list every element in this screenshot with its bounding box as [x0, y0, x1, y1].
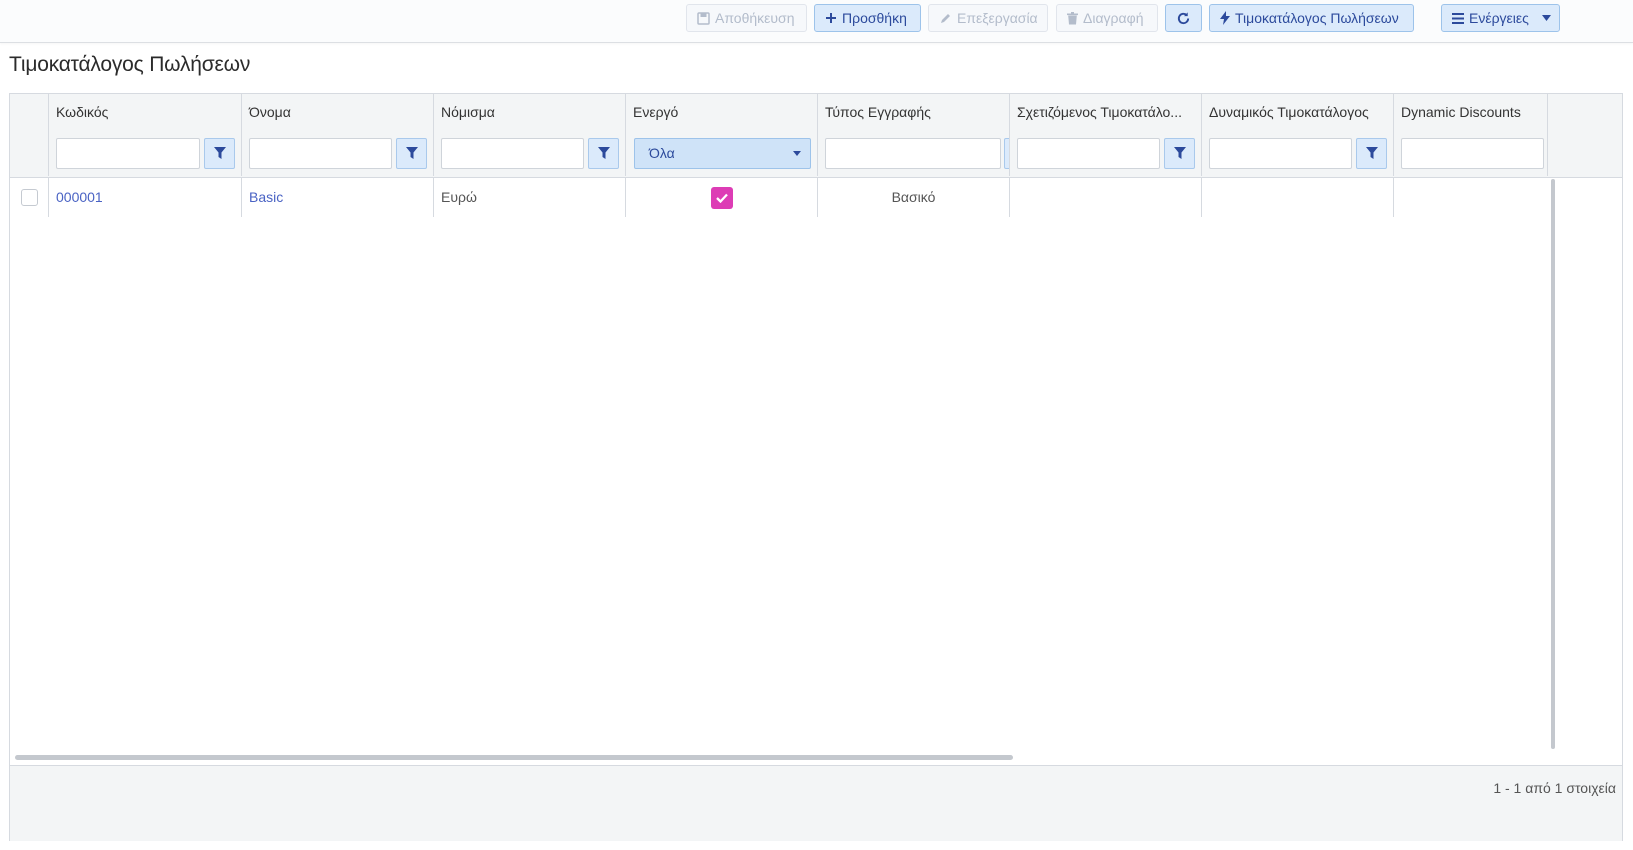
record-type-cell: Βασικό: [817, 177, 1009, 217]
actions-label: Ενέργειες: [1469, 10, 1529, 26]
table-row[interactable]: 000001 Basic Ευρώ Βασικό: [10, 177, 1622, 217]
name-filter-button[interactable]: [396, 138, 427, 169]
grid-header: Κωδικός Όνομα Νόμισμα Ενεργό Τύπος Εγγρα…: [10, 94, 1622, 131]
filter-cell-active: Όλα: [625, 130, 817, 176]
column-header-record-type[interactable]: Τύπος Εγγραφής: [817, 94, 1009, 130]
filter-cell-record-type: [817, 130, 1009, 176]
filter-cell-dynamic-discounts: [1393, 130, 1547, 176]
refresh-button[interactable]: [1165, 4, 1202, 32]
sales-pricelist-label: Τιμοκατάλογος Πωλήσεων: [1235, 10, 1399, 26]
lightning-icon: [1220, 11, 1230, 25]
select-column-header: [10, 94, 48, 130]
column-header-name[interactable]: Όνομα: [241, 94, 433, 130]
add-label: Προσθήκη: [842, 10, 907, 26]
plus-icon: [825, 12, 837, 24]
filter-cell-dynamic-pricelist: [1201, 130, 1393, 176]
save-button[interactable]: Αποθήκευση: [686, 4, 807, 32]
name-cell[interactable]: Basic: [241, 177, 433, 217]
pager-info: 1 - 1 από 1 στοιχεία: [1493, 780, 1616, 796]
delete-label: Διαγραφή: [1083, 10, 1144, 26]
edit-button[interactable]: Επεξεργασία: [928, 4, 1048, 32]
related-pricelist-cell: [1009, 177, 1201, 217]
column-header-dynamic-pricelist[interactable]: Δυναμικός Τιμοκατάλογος: [1201, 94, 1393, 130]
filter-cell-code: [48, 130, 241, 176]
row-select-cell: [10, 177, 48, 217]
dynamic-pricelist-filter-input[interactable]: [1209, 138, 1352, 169]
pencil-icon: [939, 12, 952, 25]
column-header-active[interactable]: Ενεργό: [625, 94, 817, 130]
save-icon: [697, 11, 710, 25]
filter-icon: [405, 146, 418, 162]
caret-down-icon: [793, 151, 801, 156]
filter-icon: [1365, 146, 1378, 162]
edit-label: Επεξεργασία: [957, 10, 1038, 26]
toolbar: Αποθήκευση Προσθήκη Επεξεργασία Διαγραφή…: [0, 0, 1633, 43]
code-cell[interactable]: 000001: [48, 177, 241, 217]
dynamic-pricelist-cell: [1201, 177, 1393, 217]
active-checkbox[interactable]: [711, 187, 733, 209]
filter-icon: [1173, 146, 1186, 162]
horizontal-scrollbar[interactable]: [15, 755, 1013, 760]
page-title: Τιμοκατάλογος Πωλήσεων: [9, 53, 251, 76]
check-icon: [716, 178, 728, 218]
filter-icon: [213, 146, 226, 162]
row-checkbox[interactable]: [21, 189, 38, 206]
dynamic-discounts-cell: [1393, 177, 1547, 217]
related-pricelist-filter-input[interactable]: [1017, 138, 1160, 169]
name-filter-input[interactable]: [249, 138, 392, 169]
filter-icon: [597, 146, 610, 162]
delete-button[interactable]: Διαγραφή: [1056, 4, 1158, 32]
currency-filter-input[interactable]: [441, 138, 584, 169]
grid-filter-row: Όλα: [10, 130, 1622, 178]
menu-icon: [1452, 12, 1464, 24]
column-header-dynamic-discounts[interactable]: Dynamic Discounts: [1393, 94, 1547, 130]
save-label: Αποθήκευση: [715, 10, 795, 26]
active-filter-value: Όλα: [649, 145, 675, 161]
select-column-filter: [10, 130, 48, 176]
currency-filter-button[interactable]: [588, 138, 619, 169]
filter-cell-related-pricelist: [1009, 130, 1201, 176]
sales-pricelist-button[interactable]: Τιμοκατάλογος Πωλήσεων: [1209, 4, 1414, 32]
add-button[interactable]: Προσθήκη: [814, 4, 921, 32]
actions-dropdown[interactable]: Ενέργειες: [1441, 4, 1560, 32]
filter-cell-currency: [433, 130, 625, 176]
header-scroll-gutter: [1547, 94, 1622, 130]
active-cell: [625, 177, 817, 217]
dynamic-pricelist-filter-button[interactable]: [1356, 138, 1387, 169]
code-filter-input[interactable]: [56, 138, 200, 169]
refresh-icon: [1176, 11, 1191, 26]
column-header-currency[interactable]: Νόμισμα: [433, 94, 625, 130]
vertical-scrollbar[interactable]: [1551, 179, 1555, 749]
grid-pager: 1 - 1 από 1 στοιχεία: [10, 765, 1622, 841]
pricelist-grid: Κωδικός Όνομα Νόμισμα Ενεργό Τύπος Εγγρα…: [9, 93, 1623, 841]
caret-down-icon: [1541, 15, 1551, 21]
currency-cell: Ευρώ: [433, 177, 625, 217]
column-header-related-pricelist[interactable]: Σχετιζόμενος Τιμοκατάλο...: [1009, 94, 1201, 130]
filter-cell-name: [241, 130, 433, 176]
active-filter-select[interactable]: Όλα: [634, 138, 811, 169]
related-pricelist-filter-button[interactable]: [1164, 138, 1195, 169]
column-header-code[interactable]: Κωδικός: [48, 94, 241, 130]
record-type-filter-input[interactable]: [825, 138, 1001, 169]
dynamic-discounts-filter-input[interactable]: [1401, 138, 1544, 169]
filter-scroll-gutter: [1547, 130, 1622, 176]
trash-icon: [1067, 11, 1078, 25]
code-filter-button[interactable]: [204, 138, 235, 169]
